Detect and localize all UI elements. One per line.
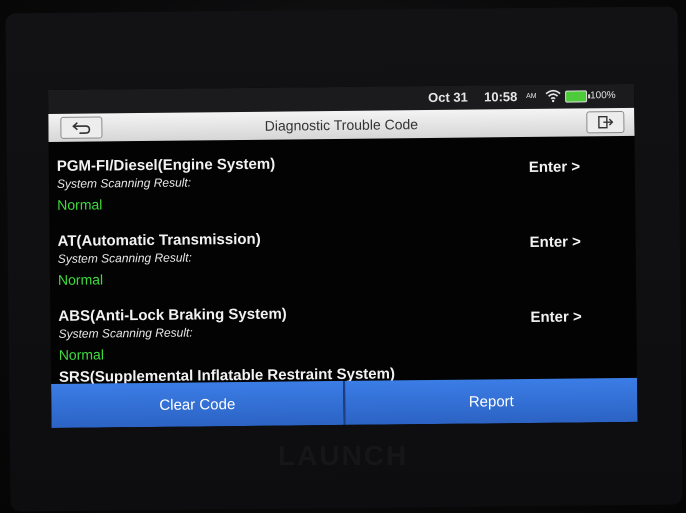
report-button[interactable]: Report [345,377,638,425]
exit-button[interactable] [586,110,625,134]
system-name: PGM-FI/Diesel(Engine System) [56,155,276,175]
system-name: AT(Automatic Transmission) [57,230,261,250]
action-bar: Clear Code Report [51,377,638,428]
enter-button[interactable]: Enter > [530,308,581,326]
device-screen: Oct 31 10:58 AM 100% Diagnostic Trouble … [48,83,638,428]
system-row[interactable]: ABS(Anti-Lock Braking System) System Sca… [50,286,637,367]
enter-button[interactable]: Enter > [529,158,580,176]
exit-icon [598,115,614,129]
system-row[interactable]: PGM-FI/Diesel(Engine System) System Scan… [49,136,636,217]
brand-logo: LAUNCH [278,440,409,471]
scan-status: Normal [57,271,104,288]
system-name: ABS(Anti-Lock Braking System) [58,305,287,325]
system-row[interactable]: AT(Automatic Transmission) System Scanni… [49,211,636,292]
scan-status: Normal [57,196,103,213]
system-list: PGM-FI/Diesel(Engine System) System Scan… [49,136,637,367]
status-date: Oct 31 [428,89,468,106]
scan-result-label: System Scanning Result: [56,175,192,191]
battery-percent: 100% [590,90,616,102]
status-ampm: AM [526,92,537,100]
battery-icon [565,90,588,103]
scan-result-label: System Scanning Result: [58,325,193,341]
scan-status: Normal [58,346,104,363]
page-title: Diagnostic Trouble Code [264,116,419,134]
clear-code-button[interactable]: Clear Code [51,380,346,428]
enter-button[interactable]: Enter > [530,233,581,251]
wifi-icon [545,89,561,103]
status-time: 10:58 [484,89,518,105]
scan-result-label: System Scanning Result: [57,250,192,266]
